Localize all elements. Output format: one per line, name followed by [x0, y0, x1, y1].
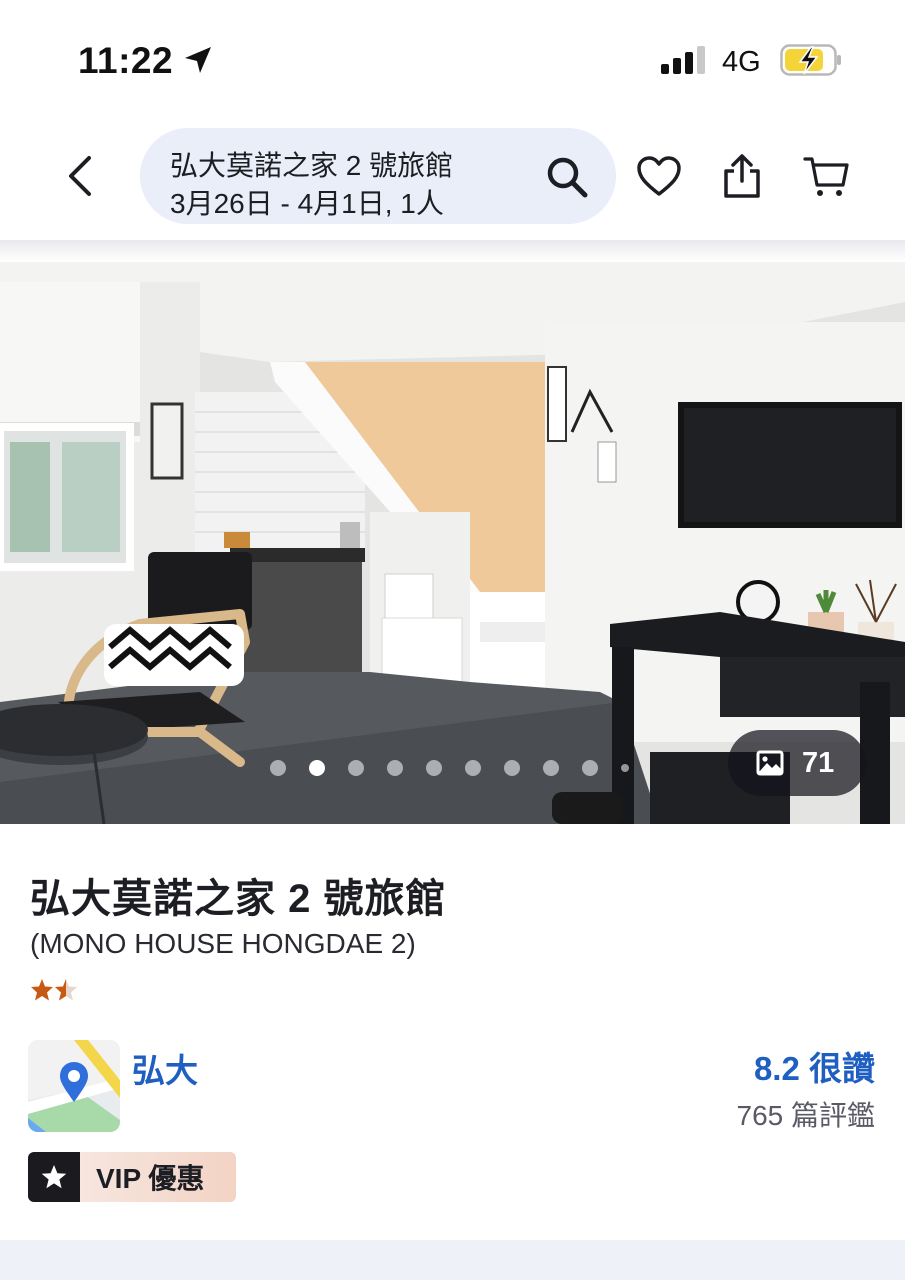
status-bar: 11:22 4G [0, 0, 905, 120]
cart-icon [803, 157, 849, 196]
vip-star-box [28, 1152, 80, 1202]
hotel-english-name: (MONO HOUSE HONGDAE 2) [30, 928, 416, 959]
map-thumbnail[interactable] [28, 1040, 120, 1132]
photo-count-button[interactable]: 71 [728, 730, 866, 796]
location-arrow-icon [185, 47, 211, 73]
signal-bars-icon [661, 46, 705, 74]
half-star-icon [55, 979, 77, 1001]
cart-button[interactable] [802, 152, 850, 200]
review-score[interactable]: 8.2 很讚 [754, 1042, 875, 1090]
vip-label: VIP 優惠 [80, 1152, 236, 1202]
header-shadow [0, 240, 905, 262]
battery-charging-icon [780, 44, 841, 76]
network-type: 4G [722, 46, 761, 78]
map-pin-icon [28, 1040, 120, 1132]
search-dates: 3月26日 - 4月1日, 1人 [170, 188, 444, 219]
gallery-dot[interactable] [387, 760, 403, 776]
gallery-dot[interactable] [270, 760, 286, 776]
gallery-dot[interactable] [465, 760, 481, 776]
gallery-dot[interactable] [543, 760, 559, 776]
gallery-dot[interactable] [309, 760, 325, 776]
gallery-dot[interactable] [621, 764, 629, 772]
search-title: 弘大莫諾之家 2 號旅館 [170, 150, 454, 181]
gallery-dot[interactable] [582, 760, 598, 776]
search-icon[interactable] [544, 154, 590, 200]
heart-icon [637, 156, 681, 196]
hotel-name: 弘大莫諾之家 2 號旅館 [30, 877, 447, 921]
area-link[interactable]: 弘大 [132, 1044, 198, 1092]
share-button[interactable] [718, 152, 766, 200]
vip-deal-badge: VIP 優惠 [28, 1152, 236, 1202]
star-rating [31, 979, 77, 1001]
hotel-photo-gallery[interactable]: 71 [0, 262, 905, 824]
photo-count: 71 [802, 746, 835, 779]
star-icon [31, 979, 53, 1001]
top-nav-header: 弘大莫諾之家 2 號旅館 3月26日 - 4月1日, 1人 [0, 120, 905, 244]
back-arrow-icon [69, 156, 91, 196]
favorite-button[interactable] [635, 152, 683, 200]
gallery-dot[interactable] [426, 760, 442, 776]
star-icon [41, 1165, 67, 1189]
gallery-dot[interactable] [504, 760, 520, 776]
section-divider [0, 1240, 905, 1280]
share-icon [724, 154, 760, 198]
image-icon [756, 750, 784, 776]
gallery-pagination-dots [270, 760, 629, 776]
back-button[interactable] [52, 148, 108, 204]
search-summary-pill[interactable]: 弘大莫諾之家 2 號旅館 3月26日 - 4月1日, 1人 [140, 128, 616, 224]
gallery-dot[interactable] [348, 760, 364, 776]
status-time: 11:22 [78, 40, 174, 81]
review-count[interactable]: 765 篇評鑑 [737, 1094, 876, 1134]
